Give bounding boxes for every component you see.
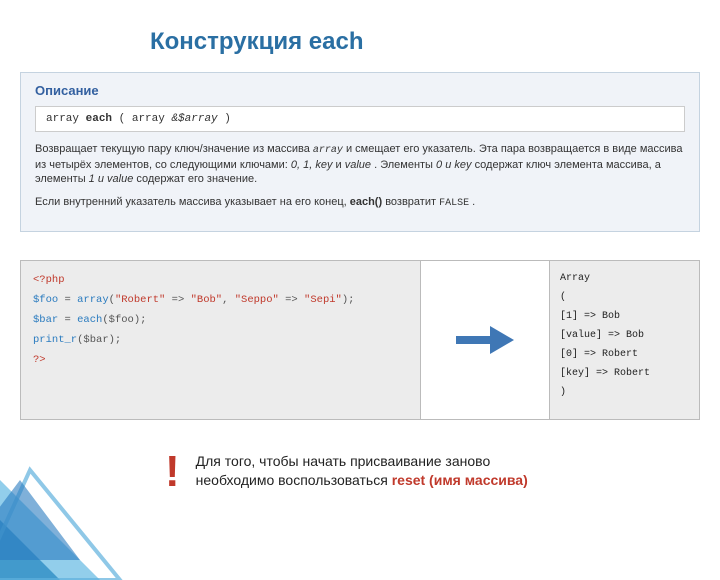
- arrow-right-icon: [452, 322, 518, 358]
- description-panel: Описание array each ( array &$array ) Во…: [20, 72, 700, 232]
- code-token: "Bob": [191, 294, 223, 306]
- output-line: ): [560, 383, 689, 402]
- sig-open: ( array: [119, 113, 172, 125]
- desc-code: each(): [350, 196, 382, 208]
- description-text: Возвращает текущую пару ключ/значение из…: [35, 142, 685, 211]
- code-token: ,: [222, 294, 235, 306]
- code-token: =>: [165, 294, 190, 306]
- page-title: Конструкция each: [150, 28, 364, 56]
- tip-highlight: reset (имя массива): [392, 472, 528, 488]
- code-token: print_r: [33, 334, 77, 346]
- code-token: ($bar);: [77, 334, 121, 346]
- code-token: =>: [279, 294, 304, 306]
- output-line: (: [560, 288, 689, 307]
- desc-text: Возвращает текущую пару ключ/значение из…: [35, 143, 313, 155]
- desc-text: .: [472, 196, 475, 208]
- desc-code: 1 и value: [89, 173, 134, 185]
- code-token: =: [58, 294, 77, 306]
- output-line: [0] => Robert: [560, 345, 689, 364]
- code-token: "Seppo": [235, 294, 279, 306]
- desc-code: value: [345, 159, 371, 171]
- sig-function-name: each: [86, 113, 112, 125]
- sig-return-type: array: [46, 113, 79, 125]
- function-signature: array each ( array &$array ): [35, 106, 685, 132]
- desc-text: содержат его значение.: [136, 173, 257, 185]
- exclamation-icon: !: [165, 452, 180, 492]
- desc-text: и: [336, 159, 345, 171]
- sig-close: ): [224, 113, 231, 125]
- tip-line: необходимо воспользоваться: [196, 472, 392, 488]
- tip-text: Для того, чтобы начать присваивание зано…: [196, 452, 528, 490]
- code-token: "Robert": [115, 294, 165, 306]
- code-token: "Sepi": [304, 294, 342, 306]
- desc-code: 0, 1, key: [291, 159, 333, 171]
- code-line: <?php: [33, 274, 65, 286]
- code-token: $foo: [33, 294, 58, 306]
- description-heading: Описание: [35, 83, 685, 98]
- tip-line: Для того, чтобы начать присваивание зано…: [196, 453, 491, 469]
- output-line: [1] => Bob: [560, 307, 689, 326]
- desc-code: FALSE: [439, 198, 469, 209]
- code-token: );: [342, 294, 355, 306]
- tip-callout: ! Для того, чтобы начать присваивание за…: [165, 452, 675, 492]
- desc-text: возвратит: [385, 196, 439, 208]
- code-output: Array ( [1] => Bob [value] => Bob [0] =>…: [549, 261, 699, 419]
- desc-code: array: [313, 145, 343, 156]
- output-line: Array: [560, 269, 689, 288]
- desc-text: Если внутренний указатель массива указыв…: [35, 196, 350, 208]
- code-token: $bar: [33, 314, 58, 326]
- output-line: [value] => Bob: [560, 326, 689, 345]
- code-token: each: [77, 314, 102, 326]
- code-source: <?php $foo = array("Robert" => "Bob", "S…: [21, 261, 421, 419]
- sig-param: &$array: [171, 113, 217, 125]
- code-line: ?>: [33, 354, 46, 366]
- desc-code: 0 и key: [436, 159, 471, 171]
- code-example: <?php $foo = array ( "Robert" => "Bob", "S…: [20, 260, 700, 420]
- code-token: ($foo);: [102, 314, 146, 326]
- output-line: [key] => Robert: [560, 364, 689, 383]
- code-arrow-area: [421, 261, 549, 419]
- code-token: =: [58, 314, 77, 326]
- code-token: array: [77, 294, 109, 306]
- desc-text: . Элементы: [374, 159, 436, 171]
